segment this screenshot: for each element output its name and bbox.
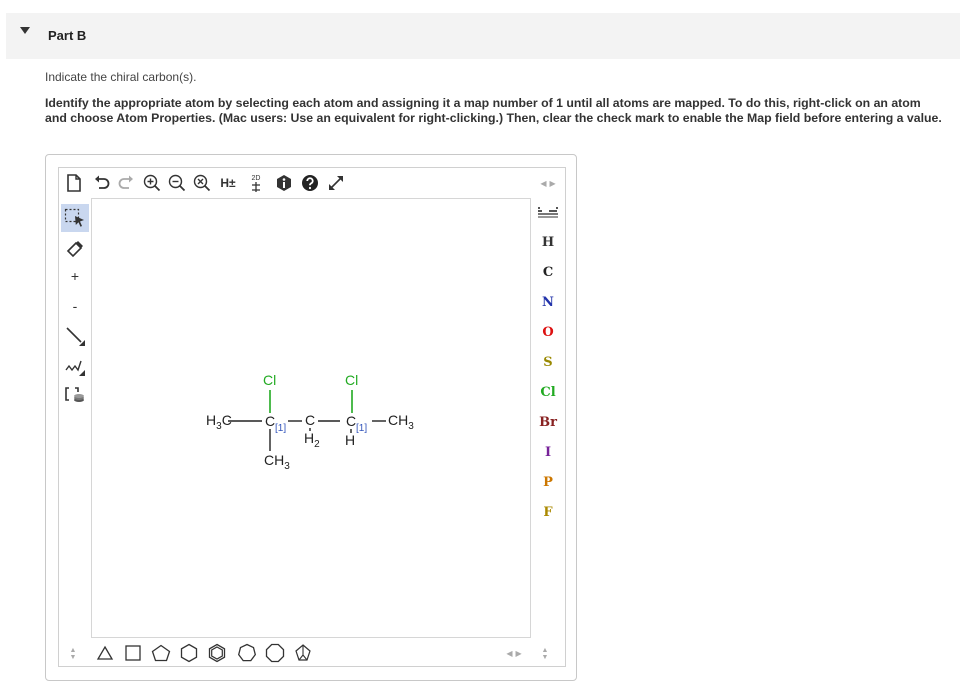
cycloheptane-icon[interactable] bbox=[235, 642, 259, 664]
bottom-toolbar-horizontal-scroll[interactable]: ◀ ▶ bbox=[503, 646, 525, 660]
editor-frame: H± 2D + - H3C C [1] Cl CH3 C H2 C [1] Cl… bbox=[58, 167, 566, 667]
top-toolbar: H± 2D bbox=[59, 168, 529, 198]
single-bond-icon[interactable] bbox=[61, 322, 89, 350]
element-button-f[interactable]: F bbox=[535, 500, 561, 524]
selection-tool-icon[interactable] bbox=[61, 204, 89, 232]
fullscreen-icon[interactable] bbox=[325, 172, 347, 194]
chiral-carbon-2-atom[interactable]: C bbox=[346, 413, 356, 429]
branch-methyl-atom[interactable]: CH3 bbox=[264, 452, 290, 472]
chiral-carbon-1-map-number: [1] bbox=[275, 423, 286, 434]
chiral-carbon-2-hydrogen: H bbox=[345, 432, 355, 448]
zoom-in-icon[interactable] bbox=[141, 172, 163, 194]
element-button-o[interactable]: O bbox=[535, 320, 561, 344]
undo-icon[interactable] bbox=[91, 172, 113, 194]
dimension-label: 2D bbox=[252, 175, 261, 182]
question-prompt: Indicate the chiral carbon(s). bbox=[45, 70, 197, 84]
info-icon[interactable] bbox=[273, 172, 295, 194]
element-button-h[interactable]: H bbox=[535, 230, 561, 254]
scroll-down-icon[interactable]: ▼ bbox=[542, 654, 549, 661]
scroll-right-icon[interactable]: ▶ bbox=[516, 649, 522, 658]
benzene-icon[interactable] bbox=[205, 642, 229, 664]
hydrogen-toggle-button[interactable]: H± bbox=[215, 172, 241, 194]
zoom-reset-icon[interactable] bbox=[191, 172, 213, 194]
part-header[interactable]: Part B bbox=[6, 13, 960, 59]
part-title: Part B bbox=[48, 28, 87, 43]
scroll-right-icon[interactable]: ▶ bbox=[550, 179, 556, 188]
scroll-left-icon[interactable]: ◀ bbox=[506, 649, 512, 658]
right-toolbar-scroll-arrows[interactable]: ◀ ▶ bbox=[537, 176, 559, 190]
right-toolbar-vertical-scroll[interactable]: ▲ ▼ bbox=[539, 644, 551, 664]
element-button-c[interactable]: C bbox=[535, 260, 561, 284]
chain-tool-icon[interactable] bbox=[61, 352, 89, 380]
periodic-table-icon[interactable] bbox=[535, 200, 561, 224]
chiral-carbon-2-map-number: [1] bbox=[356, 423, 367, 434]
element-button-n[interactable]: N bbox=[535, 290, 561, 314]
question-instructions: Identify the appropriate atom by selecti… bbox=[45, 96, 942, 125]
chlorine-1-atom[interactable]: Cl bbox=[263, 372, 276, 388]
left-methyl-atom[interactable]: H3C bbox=[206, 412, 232, 432]
scroll-left-icon[interactable]: ◀ bbox=[540, 179, 546, 188]
bottom-toolbar-vertical-scroll[interactable]: ▲ ▼ bbox=[67, 644, 79, 664]
molecule-editor: H± 2D + - H3C C [1] Cl CH3 C H2 C [1] Cl… bbox=[45, 154, 577, 681]
cyclopentane-icon[interactable] bbox=[149, 642, 173, 664]
drawing-canvas[interactable]: H3C C [1] Cl CH3 C H2 C [1] Cl H CH3 bbox=[91, 198, 531, 638]
methylene-hydrogens: H2 bbox=[304, 430, 320, 450]
increase-charge-button[interactable]: + bbox=[61, 262, 89, 290]
collapse-caret-icon[interactable] bbox=[20, 27, 30, 34]
element-button-p[interactable]: P bbox=[535, 470, 561, 494]
element-button-s[interactable]: S bbox=[535, 350, 561, 374]
right-methyl-atom[interactable]: CH3 bbox=[388, 412, 414, 432]
eraser-icon[interactable] bbox=[61, 234, 89, 262]
cyclohexane-icon[interactable] bbox=[177, 642, 201, 664]
template-tool-icon[interactable] bbox=[61, 382, 89, 410]
decrease-charge-button[interactable]: - bbox=[61, 292, 89, 320]
molecule-structure[interactable]: H3C C [1] Cl CH3 C H2 C [1] Cl H CH3 bbox=[92, 199, 530, 637]
element-button-br[interactable]: Br bbox=[535, 410, 561, 434]
cyclopropane-icon[interactable] bbox=[93, 642, 117, 664]
scroll-up-icon[interactable]: ▲ bbox=[70, 647, 77, 654]
zoom-out-icon[interactable] bbox=[166, 172, 188, 194]
help-icon[interactable] bbox=[299, 172, 321, 194]
left-toolbar: + - bbox=[59, 198, 91, 638]
element-button-cl[interactable]: Cl bbox=[535, 380, 561, 404]
chlorine-2-atom[interactable]: Cl bbox=[345, 372, 358, 388]
cyclobutane-icon[interactable] bbox=[121, 642, 145, 664]
element-button-i[interactable]: I bbox=[535, 440, 561, 464]
new-document-icon[interactable] bbox=[63, 172, 85, 194]
chiral-carbon-1-atom[interactable]: C bbox=[265, 413, 275, 429]
redo-icon[interactable] bbox=[115, 172, 137, 194]
scroll-up-icon[interactable]: ▲ bbox=[542, 647, 549, 654]
methylene-carbon-atom[interactable]: C bbox=[305, 412, 315, 428]
bicyclic-template-icon[interactable] bbox=[291, 642, 315, 664]
dimension-toggle-button[interactable]: 2D bbox=[245, 172, 267, 194]
right-toolbar: ◀ ▶ H C N O S Cl Br I P F bbox=[531, 168, 565, 638]
scroll-down-icon[interactable]: ▼ bbox=[70, 654, 77, 661]
cyclooctane-icon[interactable] bbox=[263, 642, 287, 664]
bottom-toolbar: ▲ ▼ ◀ ▶ ▲ ▼ bbox=[59, 638, 565, 668]
